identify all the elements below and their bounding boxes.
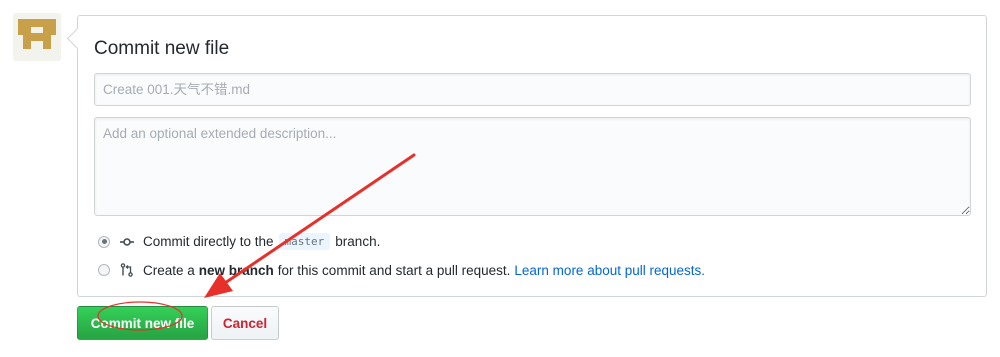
new-branch-option[interactable]: Create a new branch for this commit and … bbox=[98, 262, 705, 278]
commit-form-title: Commit new file bbox=[94, 38, 230, 59]
commit-description-textarea[interactable] bbox=[94, 117, 971, 216]
page: Commit new file Commit directly to the m… bbox=[0, 0, 1000, 357]
new-branch-radio[interactable] bbox=[98, 264, 110, 276]
commit-direct-radio[interactable] bbox=[98, 235, 110, 248]
commit-summary-input[interactable] bbox=[94, 73, 971, 106]
commit-new-file-button[interactable]: Commit new file bbox=[77, 306, 208, 340]
commit-form-box: Commit new file Commit directly to the m… bbox=[77, 15, 987, 297]
commit-direct-text: Commit directly to the bbox=[143, 234, 274, 249]
git-pull-request-icon bbox=[119, 262, 135, 278]
git-commit-icon bbox=[119, 234, 135, 250]
learn-more-pull-requests-link[interactable]: Learn more about pull requests. bbox=[514, 263, 705, 278]
identicon-icon bbox=[18, 19, 56, 49]
cancel-button[interactable]: Cancel bbox=[211, 306, 279, 340]
new-branch-suffix: for this commit and start a pull request… bbox=[277, 262, 511, 278]
commit-direct-option[interactable]: Commit directly to the master branch. bbox=[98, 233, 380, 250]
new-branch-bold: new branch bbox=[198, 262, 274, 278]
avatar bbox=[13, 13, 61, 61]
commit-direct-suffix: branch. bbox=[335, 234, 381, 249]
branch-name: master bbox=[278, 233, 331, 250]
new-branch-prefix: Create a bbox=[143, 262, 195, 278]
